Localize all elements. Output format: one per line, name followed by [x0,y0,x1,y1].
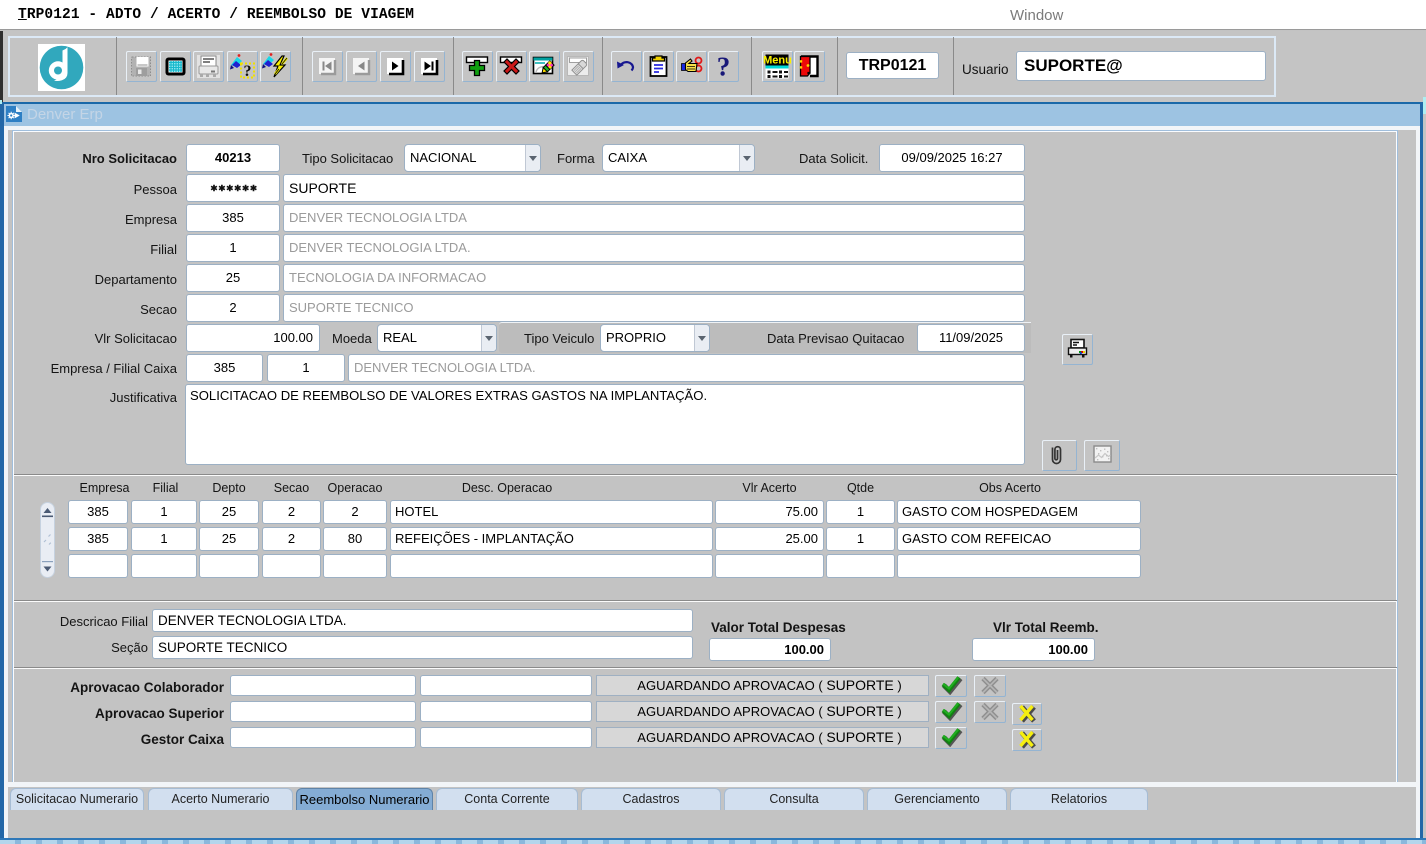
svg-text:Menu: Menu [763,55,792,67]
svg-text:?: ? [717,52,731,81]
svg-text:?: ? [244,63,252,80]
